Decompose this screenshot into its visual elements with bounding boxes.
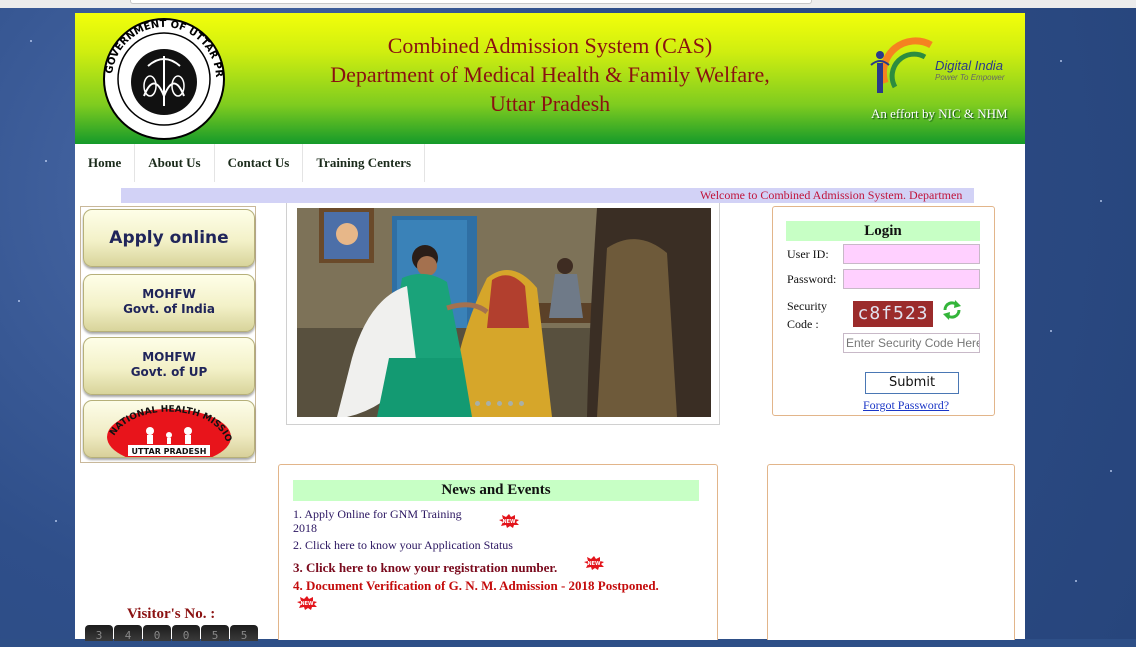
effort-tagline: An effort by NIC & NHM: [871, 106, 1008, 121]
site-header: GOVERNMENT OF UTTAR PRADESH Combined Adm…: [75, 13, 1025, 144]
page-container: GOVERNMENT OF UTTAR PRADESH Combined Adm…: [75, 13, 1025, 642]
nav-about-us[interactable]: About Us: [135, 144, 215, 182]
image-slider[interactable]: [286, 203, 720, 425]
announcement-marquee: Welcome to Combined Admission System. De…: [121, 188, 974, 203]
background-star: [45, 160, 47, 162]
slider-dot[interactable]: [519, 401, 524, 406]
news-item-4[interactable]: 4. Document Verification of G. N. M. Adm…: [293, 578, 659, 594]
user-id-label: User ID:: [787, 247, 829, 261]
news-item-1[interactable]: 1. Apply Online for GNM Training 2018: [293, 507, 462, 535]
slider-dot[interactable]: [508, 401, 513, 406]
nav-training-centers[interactable]: Training Centers: [303, 144, 426, 182]
svg-text:NEW: NEW: [502, 519, 516, 525]
submit-button[interactable]: Submit: [865, 372, 959, 394]
refresh-captcha-icon[interactable]: [941, 299, 963, 321]
mohfw-india-line1: MOHFW: [142, 287, 196, 301]
up-government-seal-icon: GOVERNMENT OF UTTAR PRADESH: [88, 16, 225, 140]
slider-dot[interactable]: [486, 401, 491, 406]
mohfw-india-link[interactable]: MOHFW Govt. of India: [83, 274, 255, 332]
svg-text:UTTAR PRADESH: UTTAR PRADESH: [132, 447, 207, 456]
news-events-panel: News and Events 1. Apply Online for GNM …: [278, 464, 718, 640]
slider-dots: [475, 401, 524, 406]
background-star: [1100, 200, 1102, 202]
security-code-label: Security Code :: [787, 297, 827, 333]
apply-online-button[interactable]: Apply online: [83, 209, 255, 267]
mohfw-up-link[interactable]: MOHFW Govt. of UP: [83, 337, 255, 395]
background-star: [18, 300, 20, 302]
mohfw-up-line2: Govt. of UP: [130, 365, 208, 379]
nhm-logo-icon: NATIONAL HEALTH MISSION UTTAR PRADESH: [84, 401, 233, 457]
background-star: [1110, 470, 1112, 472]
security-code-input[interactable]: Enter Security Code Here: [843, 333, 980, 353]
new-badge-icon: NEW: [297, 596, 317, 610]
quick-links-panel: Apply online MOHFW Govt. of India MOHFW …: [80, 206, 256, 463]
site-title: Combined Admission System (CAS) Departme…: [265, 31, 835, 118]
mohfw-up-line1: MOHFW: [142, 350, 196, 364]
slider-photo: [297, 208, 711, 417]
svg-text:NEW: NEW: [300, 601, 314, 607]
visitor-label: Visitor's No. :: [127, 606, 216, 622]
mohfw-india-line2: Govt. of India: [123, 302, 215, 316]
title-line-2: Department of Medical Health & Family We…: [330, 62, 770, 87]
user-id-input[interactable]: [843, 244, 980, 264]
new-badge-icon: NEW: [499, 514, 519, 528]
nav-home[interactable]: Home: [75, 144, 136, 182]
nav-contact-us[interactable]: Contact Us: [215, 144, 304, 182]
security-label-line2: Code :: [787, 317, 819, 331]
login-panel: Login User ID: Password: Security Code :…: [772, 206, 995, 416]
security-label-line1: Security: [787, 299, 827, 313]
slider-dot[interactable]: [497, 401, 502, 406]
background-star: [1075, 580, 1077, 582]
digital-india-text: Digital India: [935, 58, 1003, 73]
news-item-2[interactable]: 2. Click here to know your Application S…: [293, 538, 513, 553]
background-star: [55, 520, 57, 522]
news-item-1-line1: 1. Apply Online for GNM Training: [293, 507, 462, 521]
background-star: [1060, 60, 1062, 62]
slider-dot[interactable]: [475, 401, 480, 406]
title-line-3: Uttar Pradesh: [489, 91, 611, 116]
background-star: [1050, 330, 1052, 332]
new-badge-icon: NEW: [584, 556, 604, 570]
nhm-link[interactable]: NATIONAL HEALTH MISSION UTTAR PRADESH: [83, 400, 255, 458]
title-line-1: Combined Admission System (CAS): [387, 33, 713, 58]
main-nav: Home About Us Contact Us Training Center…: [75, 144, 1025, 184]
login-heading: Login: [786, 221, 980, 241]
password-input[interactable]: [843, 269, 980, 289]
password-label: Password:: [787, 272, 837, 286]
address-bar[interactable]: [130, 0, 812, 4]
right-info-panel: [767, 464, 1015, 640]
news-item-1-line2: 2018: [293, 521, 317, 535]
captcha-image: c8f523: [853, 301, 933, 327]
news-item-3[interactable]: 3. Click here to know your registration …: [293, 560, 557, 576]
news-heading: News and Events: [293, 480, 699, 501]
svg-text:NEW: NEW: [587, 561, 601, 567]
digital-india-tagline: Power To Empower: [935, 73, 1005, 82]
forgot-password-link[interactable]: Forgot Password?: [863, 398, 949, 413]
marquee-text: Welcome to Combined Admission System. De…: [700, 188, 963, 202]
background-star: [30, 40, 32, 42]
browser-bar: [0, 0, 1136, 8]
